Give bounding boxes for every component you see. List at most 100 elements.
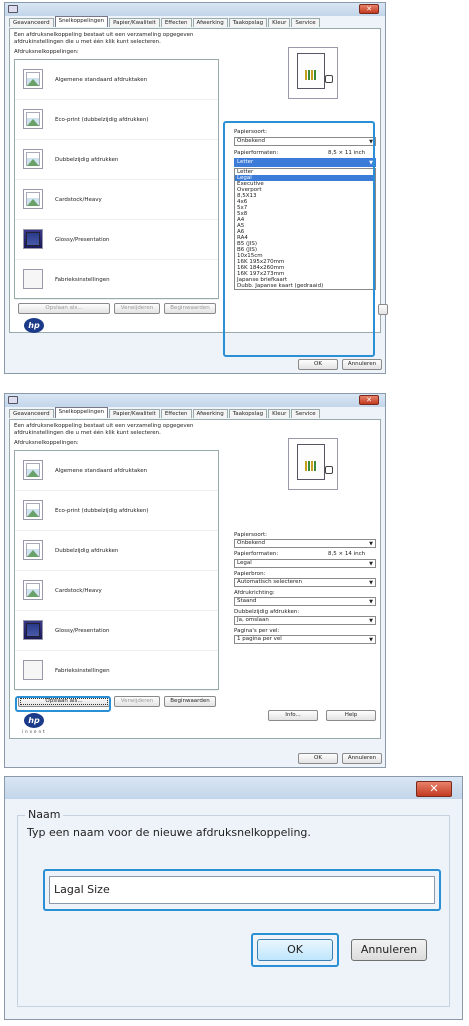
list-item[interactable]: Fabrieksinstellingen bbox=[15, 260, 218, 300]
list-item[interactable]: Algemene standaard afdruktaken bbox=[15, 451, 218, 491]
list-item[interactable]: Dubbelzijdig afdrukken bbox=[15, 531, 218, 571]
pages-per-sheet-select[interactable]: 1 pagina per vel ▼ bbox=[234, 635, 376, 644]
close-button[interactable]: ✕ bbox=[359, 395, 379, 405]
tab-job-storage[interactable]: Taakopslag bbox=[228, 18, 268, 27]
list-item[interactable]: Eco-print (dubbelzijdig afdrukken) bbox=[15, 100, 218, 140]
chevron-down-icon: ▼ bbox=[369, 618, 373, 624]
tab-strip: Geavanceerd Snelkoppelingen Papier/Kwali… bbox=[9, 16, 321, 27]
callout-highlight bbox=[251, 933, 339, 967]
name-group-box bbox=[17, 815, 450, 1007]
paper-source-label: Papierbron: bbox=[234, 571, 266, 577]
shortcuts-list[interactable]: Algemene standaard afdruktaken Eco-print… bbox=[14, 59, 219, 300]
cancel-button[interactable]: Annuleren bbox=[342, 359, 382, 370]
print-settings-window-2: ✕ Geavanceerd Snelkoppelingen Papier/Kwa… bbox=[4, 393, 386, 768]
list-item-label: Cardstock/Heavy bbox=[55, 588, 102, 594]
tab-strip: Geavanceerd Snelkoppelingen Papier/Kwali… bbox=[9, 407, 321, 418]
shortcuts-label: Afdruksnelkoppelingen: bbox=[14, 440, 79, 446]
paper-size-label: Papierformaten: bbox=[234, 551, 279, 557]
ok-button[interactable]: OK bbox=[298, 753, 338, 764]
list-item[interactable]: Glossy/Presentation bbox=[15, 220, 218, 260]
paper-type-label: Papiersoort: bbox=[234, 532, 267, 538]
print-preview bbox=[288, 438, 338, 490]
chevron-down-icon: ▼ bbox=[369, 541, 373, 547]
paper-size-dimensions: 8,5 × 14 inch bbox=[328, 551, 366, 557]
chevron-down-icon: ▼ bbox=[369, 637, 373, 643]
tab-effects[interactable]: Effecten bbox=[160, 409, 192, 418]
preview-chart-icon bbox=[305, 461, 317, 471]
list-item-label: Algemene standaard afdruktaken bbox=[55, 468, 148, 474]
list-item[interactable]: Cardstock/Heavy bbox=[15, 571, 218, 611]
print-settings-window-1: ✕ Geavanceerd Snelkoppelingen Papier/Kwa… bbox=[4, 2, 388, 374]
tab-advanced[interactable]: Geavanceerd bbox=[9, 18, 54, 27]
list-item-label: Algemene standaard afdruktaken bbox=[55, 77, 148, 83]
list-item[interactable]: Algemene standaard afdruktaken bbox=[15, 60, 218, 100]
orientation-arrow-icon bbox=[325, 466, 333, 474]
restore-button[interactable]: Beginwaarden bbox=[164, 303, 216, 314]
blank-page-icon bbox=[23, 660, 43, 680]
chevron-down-icon: ▼ bbox=[369, 599, 373, 605]
delete-button[interactable]: Verwijderen bbox=[114, 303, 160, 314]
tab-finishing[interactable]: Afwerking bbox=[192, 409, 228, 418]
save-as-button[interactable]: Opslaan als... bbox=[18, 303, 110, 314]
list-item[interactable]: Cardstock/Heavy bbox=[15, 180, 218, 220]
document-photo-icon bbox=[23, 69, 43, 89]
tab-service[interactable]: Service bbox=[291, 409, 320, 418]
tab-advanced[interactable]: Geavanceerd bbox=[9, 409, 54, 418]
orientation-label: Afdrukrichting: bbox=[234, 590, 275, 596]
cancel-button[interactable]: Annuleren bbox=[342, 753, 382, 764]
tab-service[interactable]: Service bbox=[291, 18, 320, 27]
shortcuts-panel: Een afdruksnelkoppeling bestaat uit een … bbox=[9, 419, 381, 739]
tab-paper-quality[interactable]: Papier/Kwaliteit bbox=[109, 18, 160, 27]
tab-job-storage[interactable]: Taakopslag bbox=[228, 409, 268, 418]
help-button-partial[interactable] bbox=[378, 304, 388, 315]
chevron-down-icon: ▼ bbox=[369, 580, 373, 586]
title-bar: ✕ bbox=[5, 394, 385, 407]
tab-color[interactable]: Kleur bbox=[268, 18, 291, 27]
title-bar: ✕ bbox=[5, 777, 462, 799]
title-bar: ✕ bbox=[5, 3, 385, 16]
tab-color[interactable]: Kleur bbox=[268, 409, 291, 418]
list-item-label: Glossy/Presentation bbox=[55, 237, 110, 243]
info-button[interactable]: Info... bbox=[268, 710, 318, 721]
help-button[interactable]: Help bbox=[326, 710, 376, 721]
paper-source-value: Automatisch selecteren bbox=[237, 579, 303, 585]
duplex-document-icon bbox=[23, 540, 43, 560]
paper-size-select[interactable]: Legal ▼ bbox=[234, 559, 376, 568]
orientation-arrow-icon bbox=[325, 75, 333, 83]
name-shortcut-dialog: ✕ Naam Typ een naam voor de nieuwe afdru… bbox=[4, 776, 463, 1020]
list-item-label: Fabrieksinstellingen bbox=[55, 668, 110, 674]
list-item[interactable]: Fabrieksinstellingen bbox=[15, 651, 218, 691]
duplex-value: Ja, omslaan bbox=[237, 617, 269, 623]
duplex-select[interactable]: Ja, omslaan ▼ bbox=[234, 616, 376, 625]
pages-per-sheet-label: Pagina's per vel: bbox=[234, 628, 280, 634]
paper-source-select[interactable]: Automatisch selecteren ▼ bbox=[234, 578, 376, 587]
tab-shortcuts[interactable]: Snelkoppelingen bbox=[54, 16, 109, 27]
paper-size-value: Legal bbox=[237, 560, 252, 566]
list-item[interactable]: Dubbelzijdig afdrukken bbox=[15, 140, 218, 180]
list-item[interactable]: Glossy/Presentation bbox=[15, 611, 218, 651]
list-item-label: Cardstock/Heavy bbox=[55, 197, 102, 203]
hp-logo: hp bbox=[24, 713, 44, 728]
tab-finishing[interactable]: Afwerking bbox=[192, 18, 228, 27]
paper-type-select[interactable]: Onbekend ▼ bbox=[234, 539, 376, 548]
ok-button[interactable]: OK bbox=[298, 359, 338, 370]
duplex-label: Dubbelzijdig afdrukken: bbox=[234, 609, 300, 615]
tab-shortcuts[interactable]: Snelkoppelingen bbox=[54, 407, 109, 418]
tab-paper-quality[interactable]: Papier/Kwaliteit bbox=[109, 409, 160, 418]
delete-button[interactable]: Verwijderen bbox=[114, 696, 160, 707]
close-button[interactable]: ✕ bbox=[359, 4, 379, 14]
callout-highlight bbox=[43, 869, 441, 911]
name-group-label: Naam bbox=[25, 808, 64, 821]
restore-button[interactable]: Beginwaarden bbox=[164, 696, 216, 707]
name-prompt: Typ een naam voor de nieuwe afdruksnelko… bbox=[27, 826, 311, 839]
paper-type-value: Onbekend bbox=[237, 540, 266, 546]
tab-effects[interactable]: Effecten bbox=[160, 18, 192, 27]
list-item-label: Eco-print (dubbelzijdig afdrukken) bbox=[55, 508, 149, 514]
orientation-select[interactable]: Staand ▼ bbox=[234, 597, 376, 606]
shortcuts-list[interactable]: Algemene standaard afdruktaken Eco-print… bbox=[14, 450, 219, 691]
close-button[interactable]: ✕ bbox=[416, 781, 452, 797]
list-item[interactable]: Eco-print (dubbelzijdig afdrukken) bbox=[15, 491, 218, 531]
cancel-button[interactable]: Annuleren bbox=[351, 939, 427, 961]
list-item-label: Dubbelzijdig afdrukken bbox=[55, 548, 119, 554]
description-text: Een afdruksnelkoppeling bestaat uit een … bbox=[14, 32, 194, 45]
